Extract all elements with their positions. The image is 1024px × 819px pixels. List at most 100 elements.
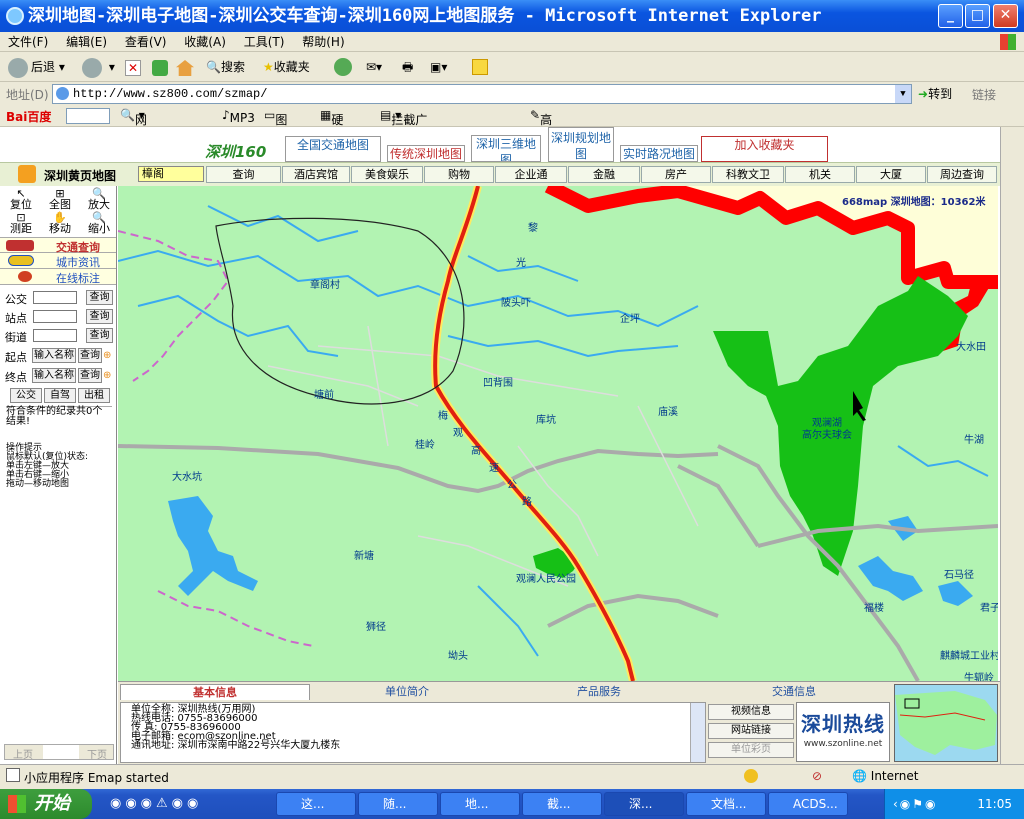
overview-map[interactable] <box>894 684 998 762</box>
menu-tools[interactable]: 工具(T) <box>244 32 285 52</box>
start-button[interactable]: 开始 <box>0 789 92 819</box>
end-target-icon[interactable]: ⊕ <box>103 370 111 381</box>
info-scrollbar[interactable] <box>690 703 705 762</box>
close-button[interactable]: ✕ <box>993 4 1018 28</box>
tab-planning-map[interactable]: 深圳规划地图 <box>548 127 614 162</box>
tab-3d-map[interactable]: 深圳三维地图 <box>471 135 541 162</box>
disk-link[interactable]: ▦硬盘 <box>320 108 343 144</box>
website-link-button[interactable]: 网站链接 <box>708 723 794 739</box>
taskbar-item[interactable]: 随... <box>358 792 438 816</box>
privacy-icon[interactable]: ⊘ <box>812 769 822 783</box>
tray-icons[interactable]: ‹◉⚑◉ <box>893 789 938 819</box>
tab-basic-info[interactable]: 基本信息 <box>120 684 310 700</box>
company-color-page-button[interactable]: 单位彩页 <box>708 742 794 758</box>
end-query-button[interactable]: 查询 <box>78 368 102 383</box>
category-hotels[interactable]: 酒店宾馆 <box>282 166 350 183</box>
address-dropdown-icon[interactable]: ▼ <box>895 85 911 103</box>
taskbar-item-active[interactable]: 深... <box>604 792 684 816</box>
prev-page-button[interactable]: 上页 <box>13 746 33 761</box>
go-button[interactable]: ➜转到 <box>918 85 952 102</box>
maximize-button[interactable]: □ <box>965 4 990 28</box>
edit-icon[interactable]: ▣▾ <box>430 56 447 78</box>
keyword-input[interactable]: 樟阁 <box>138 166 204 182</box>
bus-query-button[interactable]: 查询 <box>86 290 113 305</box>
end-name-input[interactable]: 输入名称 <box>32 368 76 383</box>
mode-drive-button[interactable]: 自驾 <box>44 388 76 403</box>
taskbar-item[interactable]: ACDS... <box>768 792 848 816</box>
fullmap-tool[interactable]: ⊞ 全图 <box>49 188 71 210</box>
category-government[interactable]: 机关 <box>785 166 855 183</box>
start-name-input[interactable]: 输入名称 <box>32 348 76 363</box>
reset-tool[interactable]: ↖ 复位 <box>10 188 32 210</box>
images-link[interactable]: ▭图片 <box>264 108 287 144</box>
web-search-button[interactable]: 🔍网页搜索 ▾ <box>120 108 147 178</box>
baidu-logo[interactable]: Bai百度 <box>6 108 51 125</box>
tab-products[interactable]: 产品服务 <box>504 684 694 700</box>
highlight-button[interactable]: ✎高亮 <box>530 108 552 144</box>
menu-edit[interactable]: 编辑(E) <box>66 32 107 52</box>
refresh-icon[interactable] <box>152 60 168 76</box>
search-button[interactable]: 🔍搜索 <box>206 56 245 78</box>
category-buildings[interactable]: 大厦 <box>856 166 926 183</box>
tab-company-profile[interactable]: 单位简介 <box>312 684 502 700</box>
station-query-button[interactable]: 查询 <box>86 309 113 324</box>
category-finance[interactable]: 金融 <box>568 166 640 183</box>
taskbar-item[interactable]: 截... <box>522 792 602 816</box>
category-nearby[interactable]: 周边查询 <box>927 166 997 183</box>
adblock-button[interactable]: ▤拦截广告 (17537) ▾ <box>380 108 439 159</box>
menu-view[interactable]: 查看(V) <box>125 32 167 52</box>
measure-tool[interactable]: ⊡ 测距 <box>10 212 32 234</box>
category-shopping[interactable]: 购物 <box>424 166 494 183</box>
page-scrollbar[interactable] <box>1000 127 1024 764</box>
home-icon[interactable] <box>176 60 194 76</box>
site-logo[interactable]: 深圳160 <box>205 141 266 162</box>
category-query[interactable]: 查询 <box>206 166 281 183</box>
category-food[interactable]: 美食娱乐 <box>351 166 423 183</box>
tab-traditional-map[interactable]: 传统深圳地图 <box>387 145 465 162</box>
category-enterprise[interactable]: 企业通 <box>495 166 567 183</box>
taskbar-item[interactable]: 文档... <box>686 792 766 816</box>
minimize-button[interactable]: _ <box>938 4 963 28</box>
street-query-button[interactable]: 查询 <box>86 328 113 343</box>
print-icon[interactable]: 🖶 <box>402 56 413 78</box>
station-input[interactable] <box>33 310 77 323</box>
tab-traffic-map[interactable]: 实时路况地图 <box>620 145 698 162</box>
map-canvas[interactable]: 668map 深圳地图：10362米 黎 光 章阁村 陂头吓 企坪 凹背围 塘前… <box>118 186 998 681</box>
szonline-banner[interactable]: 深圳热线 www.szonline.net <box>796 702 890 762</box>
links-label[interactable]: 链接 <box>972 86 996 103</box>
quick-launch-icons[interactable]: ◉◉◉⚠◉◉ <box>110 796 202 811</box>
baidu-search-input[interactable] <box>66 108 110 124</box>
start-target-icon[interactable]: ⊕ <box>103 350 111 361</box>
mode-taxi-button[interactable]: 出租 <box>78 388 110 403</box>
mode-bus-button[interactable]: 公交 <box>10 388 42 403</box>
address-input[interactable]: http://www.sz800.com/szmap/ ▼ <box>52 84 912 104</box>
zoom-in-tool[interactable]: 🔍 放大 <box>88 188 110 210</box>
menu-help[interactable]: 帮助(H) <box>302 32 344 52</box>
category-realestate[interactable]: 房产 <box>641 166 711 183</box>
favorites-button[interactable]: ★收藏夹 <box>263 56 310 78</box>
messenger-icon[interactable] <box>472 59 488 75</box>
forward-button[interactable]: ▾ <box>82 56 115 78</box>
video-info-button[interactable]: 视频信息 <box>708 704 794 720</box>
zoom-out-tool[interactable]: 🔍 缩小 <box>88 212 110 234</box>
pan-tool[interactable]: ✋ 移动 <box>49 212 71 234</box>
menu-file[interactable]: 文件(F) <box>8 32 48 52</box>
start-query-button[interactable]: 查询 <box>78 348 102 363</box>
back-button[interactable]: 后退 ▾ <box>8 56 65 78</box>
taskbar-item[interactable]: 这... <box>276 792 356 816</box>
mp3-link[interactable]: ♪ MP3 <box>222 108 255 125</box>
street-input[interactable] <box>33 329 77 342</box>
traffic-query-menu[interactable]: 交通查询 <box>0 237 116 254</box>
history-icon[interactable] <box>334 58 352 76</box>
category-education[interactable]: 科教文卫 <box>712 166 784 183</box>
page-input[interactable] <box>43 745 79 759</box>
city-info-menu[interactable]: 城市资讯 <box>0 253 116 269</box>
menu-favorites[interactable]: 收藏(A) <box>184 32 226 52</box>
bus-input[interactable] <box>33 291 77 304</box>
add-favorites-button[interactable]: 加入收藏夹 <box>701 136 828 162</box>
tab-traffic-info[interactable]: 交通信息 <box>696 684 892 700</box>
stop-icon[interactable]: ✕ <box>125 60 141 76</box>
taskbar-item[interactable]: 地... <box>440 792 520 816</box>
online-marking-menu[interactable]: 在线标注 <box>0 269 116 285</box>
warning-icon[interactable] <box>744 769 758 783</box>
